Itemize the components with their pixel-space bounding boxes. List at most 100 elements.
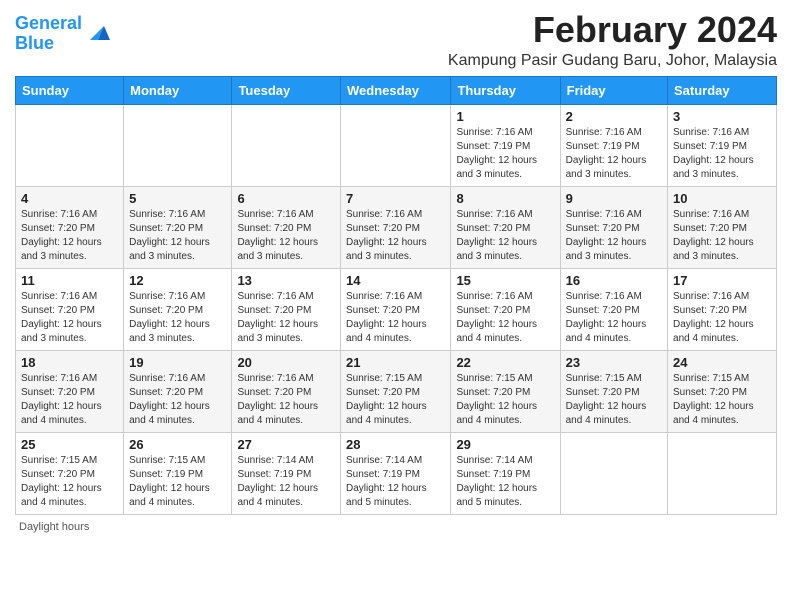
day-number: 17: [673, 273, 771, 288]
location-title: Kampung Pasir Gudang Baru, Johor, Malays…: [448, 52, 777, 70]
day-number: 19: [129, 355, 226, 370]
calendar-week-1: 1 Sunrise: 7:16 AMSunset: 7:19 PMDaylight…: [16, 104, 777, 186]
day-info: Sunrise: 7:15 AMSunset: 7:20 PMDaylight:…: [21, 454, 118, 510]
day-number: 6: [237, 191, 335, 206]
calendar-cell: 19 Sunrise: 7:16 AMSunset: 7:20 PMDayligh…: [124, 350, 232, 432]
calendar-cell: 25 Sunrise: 7:15 AMSunset: 7:20 PMDayligh…: [16, 432, 124, 514]
day-number: 25: [21, 437, 118, 452]
day-number: 24: [673, 355, 771, 370]
day-number: 2: [566, 109, 662, 124]
day-number: 3: [673, 109, 771, 124]
calendar-cell: 22Sunrise: 7:15 AMSunset: 7:20 PMDayligh…: [451, 350, 560, 432]
day-number: 12: [129, 273, 226, 288]
calendar-cell: [341, 104, 451, 186]
day-number: 27: [237, 437, 335, 452]
calendar-week-3: 11 Sunrise: 7:16 AMSunset: 7:20 PMDayligh…: [16, 268, 777, 350]
day-info: Sunrise: 7:16 AMSunset: 7:20 PMDaylight:…: [129, 372, 226, 428]
column-header-sunday: Sunday: [16, 76, 124, 104]
day-number: 26: [129, 437, 226, 452]
calendar-cell: [16, 104, 124, 186]
calendar-cell: 26 Sunrise: 7:15 AMSunset: 7:19 PMDayligh…: [124, 432, 232, 514]
day-info: Sunrise: 7:16 AMSunset: 7:20 PMDaylight:…: [21, 290, 118, 346]
calendar-cell: 16 Sunrise: 7:16 AMSunset: 7:20 PMDayligh…: [560, 268, 667, 350]
day-info: Sunrise: 7:16 AMSunset: 7:20 PMDaylight:…: [346, 290, 445, 346]
day-info: Sunrise: 7:16 AMSunset: 7:20 PMDaylight:…: [566, 290, 662, 346]
day-info: Sunrise: 7:16 AMSunset: 7:20 PMDaylight:…: [456, 208, 554, 264]
daylight-label: Daylight hours: [19, 521, 89, 533]
day-info: Sunrise: 7:16 AMSunset: 7:20 PMDaylight:…: [566, 208, 662, 264]
day-number: 21: [346, 355, 445, 370]
day-number: 1: [456, 109, 554, 124]
column-header-friday: Friday: [560, 76, 667, 104]
column-header-monday: Monday: [124, 76, 232, 104]
day-info: Sunrise: 7:16 AMSunset: 7:20 PMDaylight:…: [129, 290, 226, 346]
calendar-cell: 20 Sunrise: 7:16 AMSunset: 7:20 PMDayligh…: [232, 350, 341, 432]
day-number: 9: [566, 191, 662, 206]
day-number: 5: [129, 191, 226, 206]
calendar-cell: 21 Sunrise: 7:15 AMSunset: 7:20 PMDayligh…: [341, 350, 451, 432]
column-header-tuesday: Tuesday: [232, 76, 341, 104]
day-info: Sunrise: 7:16 AMSunset: 7:20 PMDaylight:…: [673, 208, 771, 264]
logo-icon: [84, 18, 112, 46]
calendar-cell: 9 Sunrise: 7:16 AMSunset: 7:20 PMDaylight…: [560, 186, 667, 268]
day-number: 16: [566, 273, 662, 288]
day-number: 18: [21, 355, 118, 370]
calendar-cell: 18 Sunrise: 7:16 AMSunset: 7:20 PMDayligh…: [16, 350, 124, 432]
calendar-cell: [232, 104, 341, 186]
calendar-week-2: 4 Sunrise: 7:16 AMSunset: 7:20 PMDaylight…: [16, 186, 777, 268]
day-info: Sunrise: 7:16 AMSunset: 7:20 PMDaylight:…: [129, 208, 226, 264]
day-info: Sunrise: 7:16 AMSunset: 7:19 PMDaylight:…: [456, 126, 554, 182]
calendar-week-5: 25 Sunrise: 7:15 AMSunset: 7:20 PMDayligh…: [16, 432, 777, 514]
calendar-cell: 15Sunrise: 7:16 AMSunset: 7:20 PMDayligh…: [451, 268, 560, 350]
calendar-cell: 3 Sunrise: 7:16 AMSunset: 7:19 PMDaylight…: [668, 104, 777, 186]
day-info: Sunrise: 7:14 AMSunset: 7:19 PMDaylight:…: [346, 454, 445, 510]
calendar-cell: 24 Sunrise: 7:15 AMSunset: 7:20 PMDayligh…: [668, 350, 777, 432]
calendar-cell: [560, 432, 667, 514]
day-number: 8: [456, 191, 554, 206]
day-number: 20: [237, 355, 335, 370]
day-number: 11: [21, 273, 118, 288]
day-number: 7: [346, 191, 445, 206]
calendar-cell: 6Sunrise: 7:16 AMSunset: 7:20 PMDaylight…: [232, 186, 341, 268]
calendar-cell: [124, 104, 232, 186]
column-header-saturday: Saturday: [668, 76, 777, 104]
column-header-wednesday: Wednesday: [341, 76, 451, 104]
day-info: Sunrise: 7:15 AMSunset: 7:20 PMDaylight:…: [346, 372, 445, 428]
calendar-cell: [668, 432, 777, 514]
day-info: Sunrise: 7:16 AMSunset: 7:20 PMDaylight:…: [237, 372, 335, 428]
calendar-header-row: SundayMondayTuesdayWednesdayThursdayFrid…: [16, 76, 777, 104]
calendar-cell: 13Sunrise: 7:16 AMSunset: 7:20 PMDayligh…: [232, 268, 341, 350]
calendar-cell: 11 Sunrise: 7:16 AMSunset: 7:20 PMDayligh…: [16, 268, 124, 350]
calendar-cell: 7 Sunrise: 7:16 AMSunset: 7:20 PMDaylight…: [341, 186, 451, 268]
calendar-cell: 1 Sunrise: 7:16 AMSunset: 7:19 PMDaylight…: [451, 104, 560, 186]
title-area: February 2024 Kampung Pasir Gudang Baru,…: [448, 10, 777, 70]
footer: Daylight hours: [15, 521, 777, 533]
day-info: Sunrise: 7:16 AMSunset: 7:20 PMDaylight:…: [346, 208, 445, 264]
calendar-week-4: 18 Sunrise: 7:16 AMSunset: 7:20 PMDayligh…: [16, 350, 777, 432]
day-number: 28: [346, 437, 445, 452]
day-info: Sunrise: 7:16 AMSunset: 7:19 PMDaylight:…: [566, 126, 662, 182]
calendar-cell: 8 Sunrise: 7:16 AMSunset: 7:20 PMDaylight…: [451, 186, 560, 268]
column-header-thursday: Thursday: [451, 76, 560, 104]
calendar-cell: 29Sunrise: 7:14 AMSunset: 7:19 PMDayligh…: [451, 432, 560, 514]
day-info: Sunrise: 7:16 AMSunset: 7:20 PMDaylight:…: [21, 372, 118, 428]
day-info: Sunrise: 7:14 AMSunset: 7:19 PMDaylight:…: [456, 454, 554, 510]
day-info: Sunrise: 7:15 AMSunset: 7:19 PMDaylight:…: [129, 454, 226, 510]
day-info: Sunrise: 7:15 AMSunset: 7:20 PMDaylight:…: [673, 372, 771, 428]
day-number: 10: [673, 191, 771, 206]
day-number: 23: [566, 355, 662, 370]
logo: General Blue: [15, 14, 112, 54]
calendar-cell: 23 Sunrise: 7:15 AMSunset: 7:20 PMDayligh…: [560, 350, 667, 432]
day-number: 22: [456, 355, 554, 370]
day-number: 4: [21, 191, 118, 206]
day-info: Sunrise: 7:15 AMSunset: 7:20 PMDaylight:…: [566, 372, 662, 428]
calendar-cell: 17Sunrise: 7:16 AMSunset: 7:20 PMDayligh…: [668, 268, 777, 350]
day-number: 15: [456, 273, 554, 288]
calendar-table: SundayMondayTuesdayWednesdayThursdayFrid…: [15, 76, 777, 515]
calendar-cell: 2 Sunrise: 7:16 AMSunset: 7:19 PMDaylight…: [560, 104, 667, 186]
calendar-cell: 28 Sunrise: 7:14 AMSunset: 7:19 PMDayligh…: [341, 432, 451, 514]
month-title: February 2024: [448, 10, 777, 50]
calendar-cell: 10 Sunrise: 7:16 AMSunset: 7:20 PMDayligh…: [668, 186, 777, 268]
day-info: Sunrise: 7:16 AMSunset: 7:19 PMDaylight:…: [673, 126, 771, 182]
header: General Blue February 2024 Kampung Pasir…: [15, 10, 777, 70]
